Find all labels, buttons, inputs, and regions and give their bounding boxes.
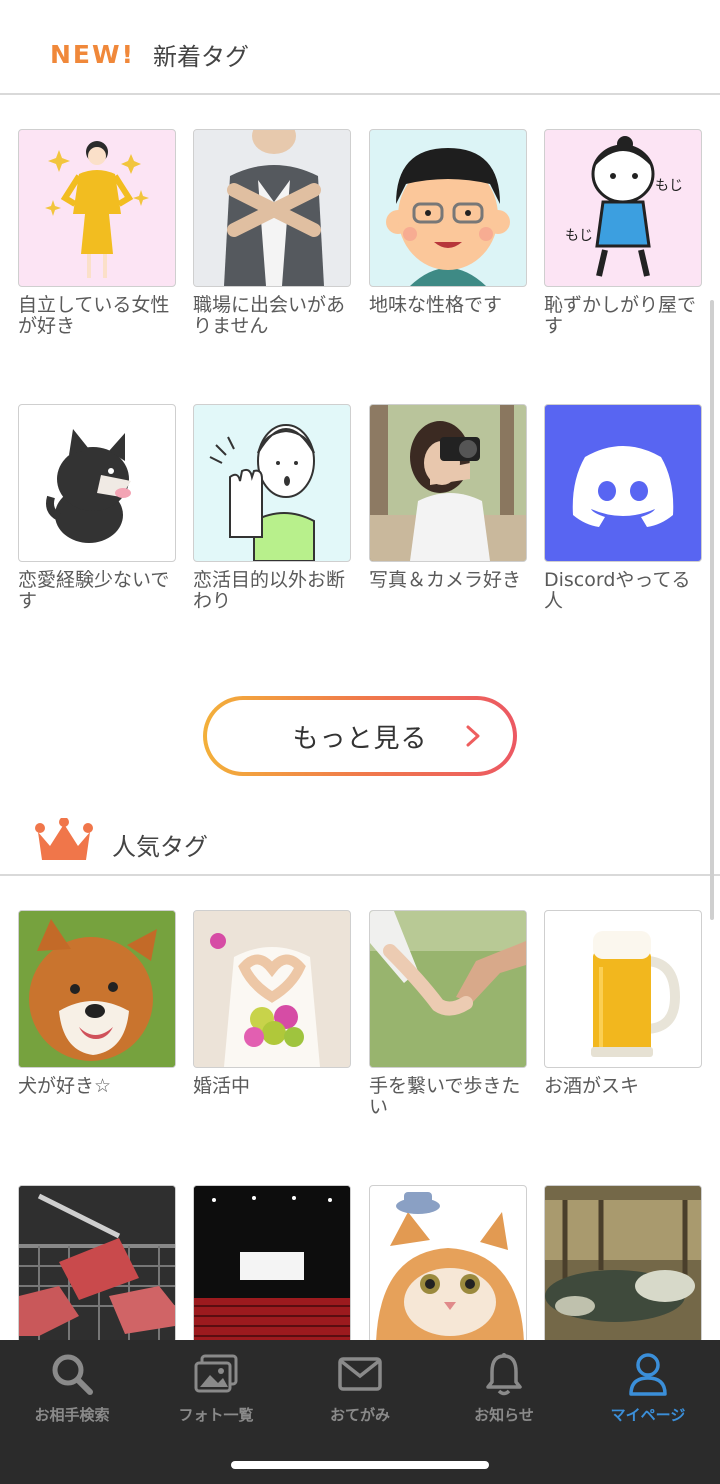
tag-label: 恥ずかしがり屋です [544, 294, 697, 337]
tag-label: 恋活目的以外お断わり [193, 569, 346, 612]
tab-label: お知らせ [474, 1406, 534, 1424]
tag-thumbnail [544, 910, 702, 1068]
divider [0, 93, 720, 95]
tag-label: 婚活中 [193, 1075, 251, 1097]
tab-label: おてがみ [329, 1406, 390, 1424]
tag-label: 恋愛経験少ないです [18, 569, 170, 612]
tag-tile[interactable] [369, 1185, 527, 1351]
tag-tile[interactable] [193, 1185, 351, 1351]
tag-thumbnail [369, 129, 527, 287]
svg-text:もじ: もじ [565, 228, 593, 244]
bottom-tab-bar: お相手検索 フォト一覧 おてがみ お知らせ マイページ [0, 1340, 720, 1484]
home-indicator [231, 1461, 489, 1469]
tab-mail[interactable]: おてがみ [288, 1340, 432, 1440]
tag-tile[interactable]: 恋愛経験少ないです [18, 404, 176, 612]
tag-thumbnail [18, 1185, 176, 1343]
more-button[interactable]: もっと見る [203, 696, 517, 776]
tag-thumbnail [18, 129, 176, 287]
tag-tile[interactable]: 職場に出会いがありません [193, 129, 351, 337]
svg-text:もじ: もじ [655, 178, 683, 194]
search-icon [50, 1352, 94, 1396]
tag-tile[interactable] [544, 1185, 702, 1351]
tag-tile[interactable]: 自立している女性が好き [18, 129, 176, 337]
tag-label: お酒がスキ [544, 1075, 640, 1097]
tag-label: Discordやってる人 [544, 569, 691, 612]
new-badge: NEW! [50, 39, 135, 69]
scrollbar[interactable] [710, 300, 714, 920]
user-icon [628, 1352, 668, 1396]
tag-thumbnail [544, 404, 702, 562]
tab-label: フォト一覧 [178, 1406, 254, 1424]
bell-icon [484, 1352, 524, 1396]
tag-tile[interactable]: 犬が好き☆ [18, 910, 176, 1097]
tab-label: お相手検索 [34, 1406, 110, 1424]
tag-label: 地味な性格です [369, 294, 503, 316]
more-button-inner: もっと見る [207, 700, 513, 772]
tab-search[interactable]: お相手検索 [0, 1340, 144, 1440]
tag-label: 手を繋いで歩きたい [369, 1075, 521, 1118]
tag-label: 写真＆カメラ好き [369, 569, 522, 591]
tag-thumbnail: もじ もじ [544, 129, 702, 287]
tag-thumbnail [193, 1185, 351, 1343]
tag-tile[interactable] [18, 1185, 176, 1351]
tab-notifications[interactable]: お知らせ [432, 1340, 576, 1440]
tag-tile[interactable]: もじ もじ 恥ずかしがり屋です [544, 129, 702, 337]
more-button-label: もっと見る [292, 723, 428, 754]
tag-thumbnail [369, 910, 527, 1068]
popular-tags-header: 人気タグ [0, 822, 720, 866]
tag-thumbnail [18, 404, 176, 562]
new-tags-header: NEW! 新着タグ [0, 32, 720, 76]
photos-icon [194, 1352, 238, 1396]
tag-label: 犬が好き☆ [18, 1075, 112, 1097]
tag-tile[interactable]: Discordやってる人 [544, 404, 702, 612]
tag-thumbnail [18, 910, 176, 1068]
tag-thumbnail [369, 1185, 527, 1343]
tag-tile[interactable]: 地味な性格です [369, 129, 527, 316]
mail-icon [338, 1352, 382, 1396]
tag-thumbnail [544, 1185, 702, 1343]
tag-thumbnail [193, 129, 351, 287]
tag-tile[interactable]: 恋活目的以外お断わり [193, 404, 351, 612]
tab-mypage[interactable]: マイページ [576, 1340, 720, 1440]
tab-photos[interactable]: フォト一覧 [144, 1340, 288, 1440]
tag-label: 職場に出会いがありません [193, 294, 346, 337]
divider [0, 874, 720, 876]
tag-thumbnail [193, 910, 351, 1068]
tag-tile[interactable]: 手を繋いで歩きたい [369, 910, 527, 1118]
tab-label: マイページ [610, 1406, 686, 1424]
tag-tile[interactable]: 婚活中 [193, 910, 351, 1097]
tag-tile[interactable]: お酒がスキ [544, 910, 702, 1097]
section-title-popular: 人気タグ [112, 832, 208, 861]
tag-thumbnail [193, 404, 351, 562]
chevron-right-icon [463, 724, 483, 752]
tag-tile[interactable]: 写真＆カメラ好き [369, 404, 527, 591]
tag-thumbnail [369, 404, 527, 562]
section-title-new: 新着タグ [152, 42, 249, 71]
tag-label: 自立している女性が好き [18, 294, 170, 337]
